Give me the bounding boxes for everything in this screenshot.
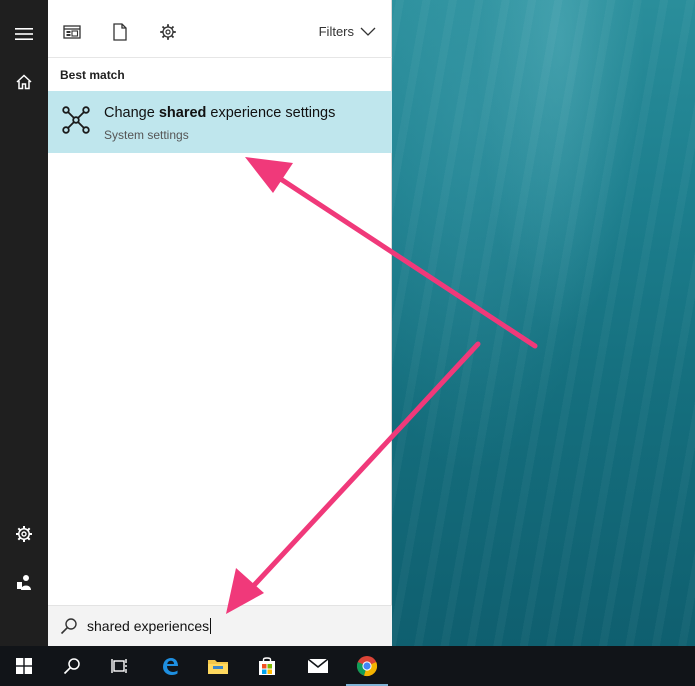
account-icon [17, 575, 31, 590]
settings-button[interactable] [0, 510, 48, 558]
result-title-highlight: shared [158, 105, 207, 121]
settings-icon [16, 526, 32, 542]
search-input[interactable]: shared experiences [87, 618, 212, 634]
search-panel: Filters Best match Change shared experie… [48, 0, 392, 646]
start-button[interactable] [0, 646, 48, 686]
settings-filter-button[interactable] [156, 20, 180, 44]
apps-filter-button[interactable] [60, 20, 84, 44]
chrome-icon [356, 656, 378, 677]
filters-label: Filters [318, 24, 354, 39]
result-subtitle: System settings [104, 128, 189, 142]
search-box[interactable]: shared experiences [48, 605, 392, 646]
network-nodes-icon [62, 106, 90, 134]
search-query: shared experiences [87, 618, 210, 634]
filters-dropdown[interactable]: Filters [319, 24, 376, 39]
hamburger-icon [15, 28, 33, 40]
account-button[interactable] [0, 558, 48, 606]
best-match-heading: Best match [60, 68, 125, 82]
file-explorer-icon [208, 660, 228, 674]
document-icon [113, 23, 127, 41]
documents-filter-button[interactable] [108, 20, 132, 44]
task-view-icon [111, 659, 127, 673]
home-icon [16, 74, 32, 90]
result-title: Change shared experience settings [104, 105, 335, 121]
best-match-result[interactable]: Change shared experience settings System… [48, 91, 392, 153]
windows-start-icon [16, 658, 32, 674]
start-left-rail [0, 0, 48, 646]
taskbar-search-button[interactable] [48, 646, 96, 686]
store-icon [259, 657, 275, 675]
store-button[interactable] [243, 646, 291, 686]
file-explorer-button[interactable] [194, 646, 242, 686]
text-caret [210, 618, 212, 634]
mail-icon [307, 658, 329, 673]
home-button[interactable] [0, 58, 48, 106]
apps-icon [63, 25, 81, 39]
chrome-button[interactable] [343, 646, 391, 686]
mail-button[interactable] [294, 646, 342, 686]
search-toolbar: Filters [48, 0, 392, 58]
settings-icon [160, 24, 176, 40]
edge-icon [163, 658, 178, 675]
taskbar [0, 646, 695, 686]
chevron-down-icon [360, 27, 376, 36]
search-icon [63, 658, 80, 675]
task-view-button[interactable] [96, 646, 144, 686]
hamburger-menu-button[interactable] [0, 10, 48, 58]
edge-button[interactable] [146, 646, 194, 686]
result-title-prefix: Change [104, 105, 159, 121]
result-title-suffix: experience settings [206, 105, 336, 121]
search-icon [60, 618, 77, 635]
